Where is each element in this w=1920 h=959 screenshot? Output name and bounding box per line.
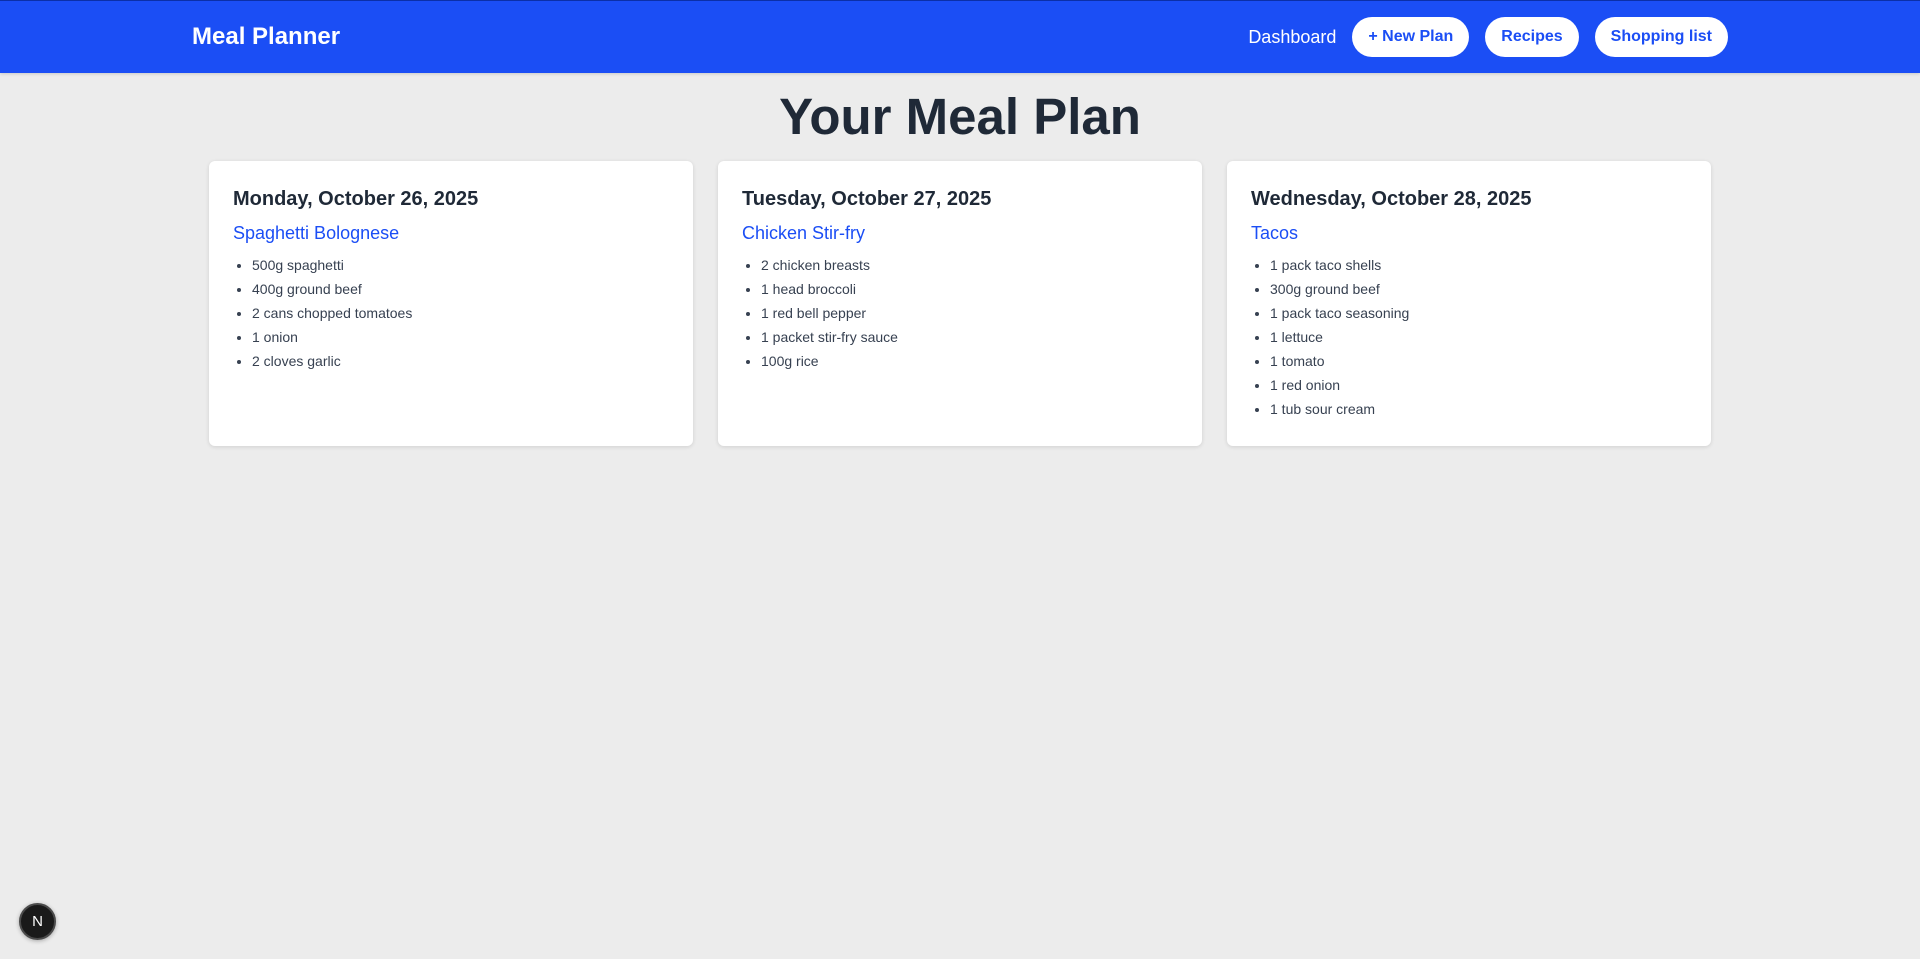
ingredient-item: 2 cans chopped tomatoes — [252, 301, 669, 325]
ingredient-item: 1 lettuce — [1270, 325, 1687, 349]
plan-date: Monday, October 26, 2025 — [233, 188, 479, 210]
ingredient-list: 500g spaghetti 400g ground beef 2 cans c… — [233, 253, 669, 373]
plan-date: Tuesday, October 27, 2025 — [742, 188, 992, 210]
ingredient-item: 1 red onion — [1270, 373, 1687, 397]
ingredient-item: 1 pack taco seasoning — [1270, 301, 1687, 325]
nav-dashboard-link[interactable]: Dashboard — [1248, 27, 1336, 48]
meal-plan-card: Monday, October 26, 2025 Spaghetti Bolog… — [209, 161, 693, 446]
nav-links: Dashboard + New Plan Recipes Shopping li… — [1248, 17, 1728, 57]
new-plan-button[interactable]: + New Plan — [1352, 17, 1470, 57]
page-title: Your Meal Plan — [779, 88, 1141, 145]
ingredient-item: 2 chicken breasts — [761, 253, 1178, 277]
ingredient-item: 1 head broccoli — [761, 277, 1178, 301]
ingredient-item: 300g ground beef — [1270, 277, 1687, 301]
ingredient-item: 1 red bell pepper — [761, 301, 1178, 325]
ingredient-item: 400g ground beef — [252, 277, 669, 301]
recipe-link[interactable]: Spaghetti Bolognese — [233, 222, 399, 244]
shopping-list-button[interactable]: Shopping list — [1594, 17, 1728, 57]
ingredient-item: 1 pack taco shells — [1270, 253, 1687, 277]
recipes-button[interactable]: Recipes — [1485, 17, 1579, 57]
ingredient-list: 2 chicken breasts 1 head broccoli 1 red … — [742, 253, 1178, 373]
meal-plan-cards: Monday, October 26, 2025 Spaghetti Bolog… — [0, 161, 1920, 446]
plan-date: Wednesday, October 28, 2025 — [1251, 188, 1532, 210]
ingredient-item: 1 tub sour cream — [1270, 397, 1687, 421]
ingredient-list: 1 pack taco shells 300g ground beef 1 pa… — [1251, 253, 1687, 421]
meal-plan-card: Tuesday, October 27, 2025 Chicken Stir-f… — [718, 161, 1202, 446]
ingredient-item: 2 cloves garlic — [252, 349, 669, 373]
recipe-link[interactable]: Tacos — [1251, 222, 1298, 244]
top-navbar: Meal Planner Dashboard + New Plan Recipe… — [0, 0, 1920, 73]
ingredient-item: 1 packet stir-fry sauce — [761, 325, 1178, 349]
dev-badge-letter: N — [32, 913, 43, 930]
app-brand[interactable]: Meal Planner — [192, 23, 340, 51]
meal-plan-card: Wednesday, October 28, 2025 Tacos 1 pack… — [1227, 161, 1711, 446]
dev-tools-badge[interactable]: N — [19, 903, 56, 940]
ingredient-item: 1 tomato — [1270, 349, 1687, 373]
ingredient-item: 1 onion — [252, 325, 669, 349]
ingredient-item: 500g spaghetti — [252, 253, 669, 277]
recipe-link[interactable]: Chicken Stir-fry — [742, 222, 865, 244]
ingredient-item: 100g rice — [761, 349, 1178, 373]
